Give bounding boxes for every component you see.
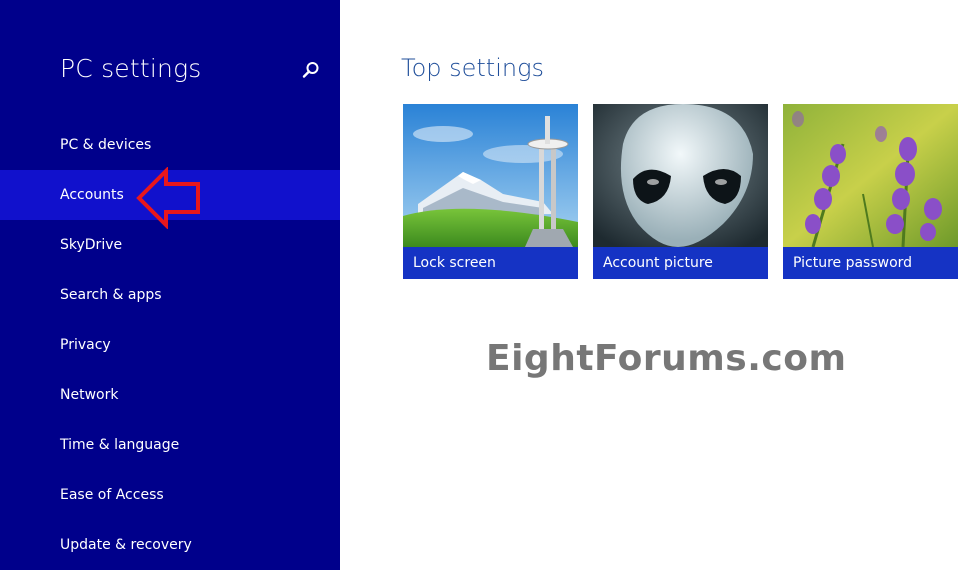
lock-screen-label: Lock screen [403, 247, 578, 279]
red-arrow-annotation-icon [136, 167, 200, 229]
sidebar: PC settings PC & devices Accounts SkyDri… [0, 0, 340, 570]
picture-password-image-icon [783, 104, 958, 247]
lock-screen-tile[interactable]: Lock screen [403, 104, 578, 279]
sidebar-item-label: Search & apps [60, 287, 162, 303]
account-picture-tile[interactable]: Account picture [593, 104, 768, 279]
sidebar-item-time-language[interactable]: Time & language [0, 420, 340, 470]
sidebar-item-label: Time & language [60, 437, 180, 453]
sidebar-item-privacy[interactable]: Privacy [0, 320, 340, 370]
sidebar-item-label: PC & devices [60, 137, 152, 153]
sidebar-title: PC settings [60, 54, 202, 83]
sidebar-item-label: Privacy [60, 337, 111, 353]
sidebar-item-label: Network [60, 387, 119, 403]
search-button[interactable] [300, 59, 322, 81]
sidebar-item-label: SkyDrive [60, 237, 123, 253]
search-icon [302, 62, 319, 78]
sidebar-item-label: Accounts [60, 187, 124, 203]
watermark: EightForums.com [486, 338, 847, 379]
lock-screen-image-icon [403, 104, 578, 247]
sidebar-item-update-recovery[interactable]: Update & recovery [0, 520, 340, 570]
sidebar-item-ease-of-access[interactable]: Ease of Access [0, 470, 340, 520]
sidebar-item-network[interactable]: Network [0, 370, 340, 420]
sidebar-item-pc-devices[interactable]: PC & devices [0, 120, 340, 170]
sidebar-item-label: Update & recovery [60, 537, 192, 553]
sidebar-item-label: Ease of Access [60, 487, 164, 503]
picture-password-label: Picture password [783, 247, 958, 279]
account-picture-image-icon [593, 104, 768, 247]
account-picture-label: Account picture [593, 247, 768, 279]
picture-password-tile[interactable]: Picture password [783, 104, 958, 279]
sidebar-item-search-apps[interactable]: Search & apps [0, 270, 340, 320]
top-settings-heading: Top settings [401, 54, 545, 82]
